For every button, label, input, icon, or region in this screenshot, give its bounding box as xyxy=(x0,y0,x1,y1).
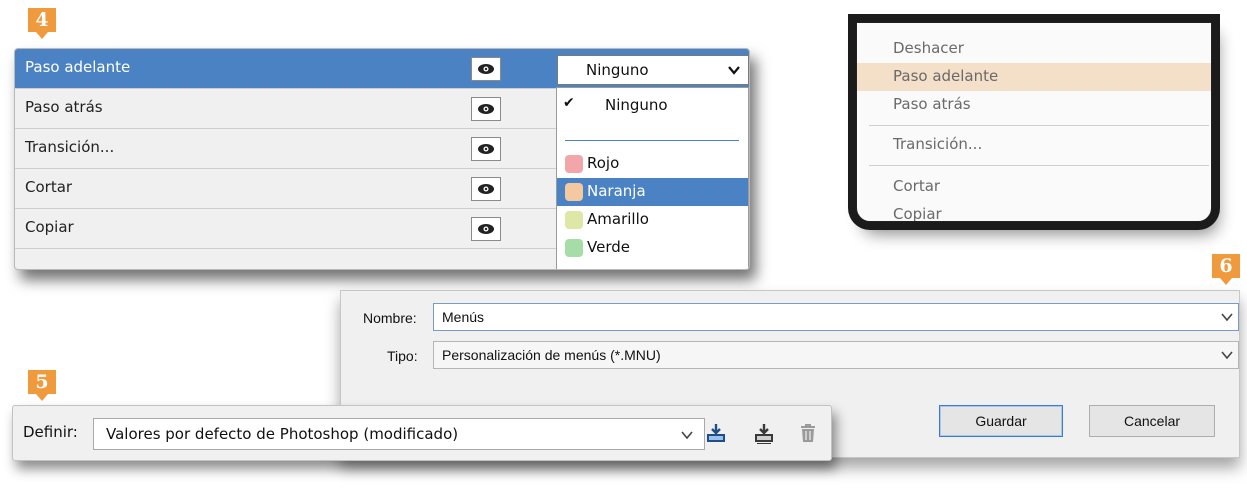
chevron-down-icon[interactable] xyxy=(1220,348,1234,362)
cancel-button[interactable]: Cancelar xyxy=(1089,405,1215,437)
menu-row-label: Paso adelante xyxy=(25,58,131,76)
type-select-value: Personalización de menús (*.MNU) xyxy=(442,347,661,363)
eye-icon[interactable] xyxy=(471,97,501,121)
menu-item-paso-atras[interactable]: Paso atrás xyxy=(857,91,1211,119)
set-selector-bar: Definir: Valores por defecto de Photosho… xyxy=(12,405,832,461)
color-option-label: Rojo xyxy=(587,154,620,172)
color-dropdown-list: ✔ Ninguno Rojo Naranja Amarillo Verde xyxy=(556,87,749,269)
set-select[interactable]: Valores por defecto de Photoshop (modifi… xyxy=(93,418,705,450)
color-combo-value: Ninguno xyxy=(586,61,649,79)
checkmark-icon: ✔ xyxy=(563,95,575,111)
type-label: Tipo: xyxy=(387,348,418,364)
menu-item-label: Deshacer xyxy=(893,39,964,57)
orange-swatch-icon xyxy=(565,183,583,201)
menu-item-label: Transición... xyxy=(893,135,983,153)
red-swatch-icon xyxy=(565,155,583,173)
chevron-down-icon[interactable] xyxy=(1220,310,1234,324)
menu-item-label: Paso atrás xyxy=(893,95,971,113)
trash-icon[interactable] xyxy=(795,420,821,446)
color-option-label: Amarillo xyxy=(587,210,649,228)
save-set-alt-icon[interactable] xyxy=(751,420,777,446)
menu-item-transicion[interactable]: Transición... xyxy=(857,131,1211,159)
name-label: Nombre: xyxy=(363,310,417,326)
menu-item-deshacer[interactable]: Deshacer xyxy=(857,35,1211,63)
save-button[interactable]: Guardar xyxy=(939,405,1063,437)
color-option-label: Verde xyxy=(587,238,630,256)
menu-row-label: Transición... xyxy=(25,138,115,156)
color-option-amarillo[interactable]: Amarillo xyxy=(557,206,748,234)
chevron-down-icon[interactable] xyxy=(720,56,748,84)
set-select-value: Valores por defecto de Photoshop (modifi… xyxy=(106,425,459,443)
menu-row-paso-adelante[interactable]: Paso adelante Ninguno xyxy=(15,49,749,89)
green-swatch-icon xyxy=(565,239,583,257)
menu-row-label: Copiar xyxy=(25,218,74,236)
save-set-icon[interactable] xyxy=(703,420,729,446)
eye-icon[interactable] xyxy=(471,217,501,241)
type-select[interactable]: Personalización de menús (*.MNU) xyxy=(433,341,1239,369)
step-badge-5: 5 xyxy=(28,370,56,401)
color-option-naranja[interactable]: Naranja xyxy=(557,178,748,206)
context-menu: Deshacer Paso adelante Paso atrás Transi… xyxy=(856,22,1212,222)
color-option-verde[interactable]: Verde xyxy=(557,234,748,262)
name-input[interactable]: Menús xyxy=(433,303,1239,331)
color-option-ninguno[interactable]: ✔ Ninguno xyxy=(557,92,748,120)
set-label: Definir: xyxy=(23,423,78,441)
eye-icon[interactable] xyxy=(471,177,501,201)
menu-item-paso-adelante[interactable]: Paso adelante xyxy=(857,63,1211,91)
step-badge-4: 4 xyxy=(28,8,56,39)
menu-item-copiar[interactable]: Copiar xyxy=(857,201,1211,222)
menu-row-label: Cortar xyxy=(25,178,73,196)
menu-item-cortar[interactable]: Cortar xyxy=(857,173,1211,201)
chevron-down-icon[interactable] xyxy=(680,428,694,442)
menu-separator xyxy=(869,165,1209,166)
name-input-value: Menús xyxy=(442,309,485,325)
dropdown-separator xyxy=(565,140,739,141)
color-option-rojo[interactable]: Rojo xyxy=(557,150,748,178)
color-option-label: Naranja xyxy=(587,182,646,200)
menu-row-label: Paso atrás xyxy=(25,98,103,116)
menu-item-label: Paso adelante xyxy=(893,67,999,85)
color-combo[interactable]: Ninguno xyxy=(557,55,749,85)
menu-item-label: Cortar xyxy=(893,177,941,195)
color-option-label: Ninguno xyxy=(605,96,668,114)
menu-separator xyxy=(869,125,1209,126)
yellow-swatch-icon xyxy=(565,211,583,229)
step-badge-6: 6 xyxy=(1212,254,1240,285)
eye-icon[interactable] xyxy=(471,57,501,81)
eye-icon[interactable] xyxy=(471,137,501,161)
menu-visibility-panel: Paso adelante Ninguno Paso atrás Transic… xyxy=(14,48,750,270)
menu-item-label: Copiar xyxy=(893,205,942,222)
